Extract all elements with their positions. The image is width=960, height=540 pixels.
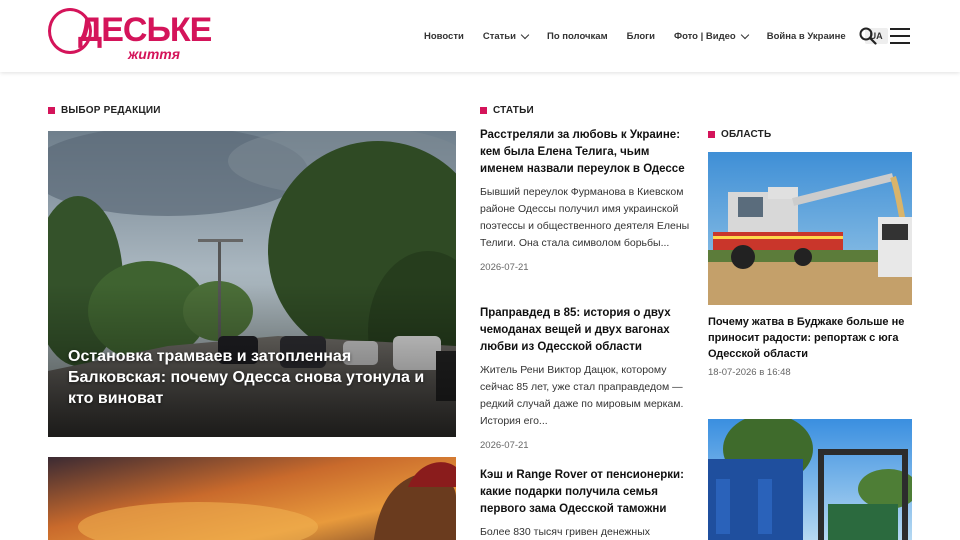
- site-logo[interactable]: ДЕСЬКЕ життя: [46, 6, 212, 64]
- article-lead: Бывший переулок Фурманова в Киевском рай…: [480, 186, 690, 249]
- region-article-title[interactable]: Почему жатва в Буджаке больше не приноси…: [708, 314, 912, 362]
- article-title[interactable]: Праправдед в 85: история о двух чемодана…: [480, 305, 690, 356]
- section-marker: [480, 107, 487, 114]
- article-title[interactable]: Кэш и Range Rover от пенсионерки: какие …: [480, 467, 690, 518]
- chevron-down-icon: [740, 30, 749, 39]
- search-icon[interactable]: [859, 27, 877, 45]
- featured-article-card[interactable]: Остановка трамваев и затопленная Балковс…: [48, 131, 456, 437]
- nav-item-photo-video[interactable]: Фото | Видео: [674, 30, 749, 42]
- article-lead: Более 830 тысяч гривен денежных: [480, 526, 650, 538]
- article-item[interactable]: Расстреляли за любовь к Украине: кем был…: [480, 127, 690, 273]
- section-heading-region[interactable]: ОБЛАСТЬ: [708, 129, 771, 140]
- article-title[interactable]: Расстреляли за любовь к Украине: кем был…: [480, 127, 690, 178]
- featured-article-card[interactable]: [48, 457, 456, 540]
- logo-sub-text: життя: [128, 46, 181, 62]
- region-article-image[interactable]: [708, 152, 912, 305]
- article-lead: Житель Рени Виктор Дацюк, которому сейча…: [480, 364, 684, 427]
- article-date: 2026-07-21: [480, 262, 529, 273]
- nav-item-articles[interactable]: Статьи: [483, 30, 530, 42]
- chevron-down-icon: [520, 30, 530, 39]
- nav-item-explainers[interactable]: По полочкам: [547, 31, 608, 42]
- nav-item-news[interactable]: Новости: [424, 31, 464, 42]
- logo-main-text: ДЕСЬКЕ: [78, 11, 212, 49]
- article-item[interactable]: Кэш и Range Rover от пенсионерки: какие …: [480, 467, 690, 540]
- article-date: 2026-07-21: [480, 440, 529, 451]
- region-article-date: 18-07-2026 в 16:48: [708, 367, 791, 378]
- nav-item-blogs[interactable]: Блоги: [627, 31, 655, 42]
- nav-item-war[interactable]: Война в Украине: [767, 31, 846, 42]
- section-heading-editors-choice: ВЫБОР РЕДАКЦИИ: [48, 105, 161, 116]
- region-article-image[interactable]: [708, 419, 912, 540]
- main-nav: Новости Статьи По полочкам Блоги Фото | …: [424, 26, 888, 46]
- featured-article-image: [48, 457, 456, 540]
- section-heading-articles[interactable]: СТАТЬИ: [480, 105, 534, 116]
- article-item[interactable]: Праправдед в 85: история о двух чемодана…: [480, 305, 690, 451]
- section-marker: [708, 131, 715, 138]
- featured-article-title[interactable]: Остановка трамваев и затопленная Балковс…: [68, 346, 426, 409]
- hamburger-menu-icon[interactable]: [890, 28, 910, 44]
- site-header: ДЕСЬКЕ життя Новости Статьи По полочкам …: [0, 0, 960, 72]
- section-marker: [48, 107, 55, 114]
